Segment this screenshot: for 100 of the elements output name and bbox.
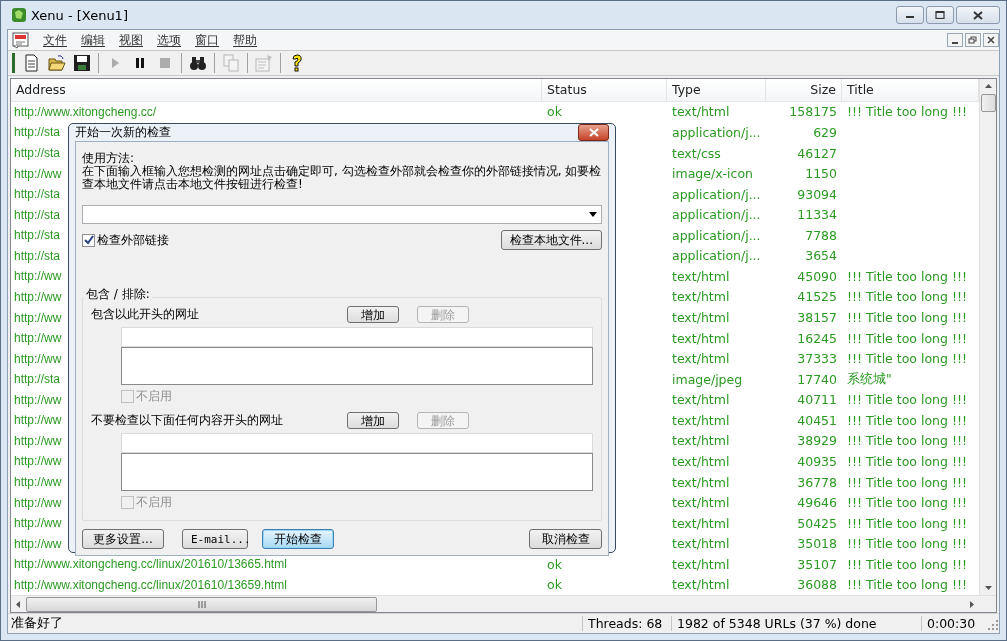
check-icon bbox=[83, 235, 94, 245]
copy-icon bbox=[221, 53, 241, 73]
table-cell-text: http://sta bbox=[13, 228, 62, 243]
table-cell-text: text/html bbox=[671, 351, 731, 367]
table-cell-text: 46127 bbox=[796, 145, 838, 161]
table-cell-text: text/html bbox=[671, 310, 731, 326]
dialog-button[interactable]: 开始检查 bbox=[262, 529, 334, 549]
url-combo-box[interactable] bbox=[82, 205, 602, 224]
table-cell-text: !!! Title too long !!! bbox=[846, 536, 968, 552]
dialog-button[interactable]: E-mail... bbox=[182, 529, 248, 549]
horizontal-scrollbar[interactable] bbox=[11, 595, 996, 612]
close-icon bbox=[986, 36, 996, 44]
table-cell-text: !!! Title too long !!! bbox=[846, 495, 968, 511]
table-cell-text: 11334 bbox=[796, 207, 838, 223]
menu-item[interactable]: 文件 bbox=[36, 31, 74, 49]
close-icon bbox=[587, 128, 600, 137]
grip-icon bbox=[197, 600, 206, 608]
table-cell-text: http://ww bbox=[13, 413, 63, 428]
table-cell-text: 17740 bbox=[796, 371, 838, 387]
table-cell-text: text/html bbox=[671, 454, 731, 469]
scrollbar-thumb[interactable] bbox=[980, 94, 996, 112]
table-cell-text: 36088 bbox=[796, 577, 838, 593]
table-cell-text: image/jpeg bbox=[671, 371, 744, 387]
close-child-button[interactable] bbox=[983, 33, 999, 47]
table-cell-text: 38929 bbox=[796, 433, 838, 449]
minimize-button[interactable] bbox=[896, 6, 924, 24]
table-cell-text: http://ww bbox=[13, 454, 63, 469]
table-cell-text: !!! Title too long !!! bbox=[846, 392, 968, 408]
window-title: Xenu - [Xenu1] bbox=[31, 7, 129, 23]
add-button[interactable]: 增加 bbox=[347, 306, 399, 323]
section-label: 包含以此开头的网址 bbox=[91, 306, 200, 323]
table-cell-text: !!! Title too long !!! bbox=[846, 454, 968, 469]
table-cell-text: http://ww bbox=[13, 516, 63, 531]
column-header[interactable]: Type bbox=[667, 79, 766, 101]
table-cell-text: application/j... bbox=[671, 125, 762, 140]
minimize-child-button[interactable] bbox=[947, 33, 963, 47]
table-cell-text: text/html bbox=[671, 536, 731, 552]
table-cell-text: http://ww bbox=[13, 269, 63, 284]
table-cell-text: image/x-icon bbox=[671, 166, 754, 182]
table-cell-text: 16245 bbox=[796, 330, 838, 346]
table-cell-text: 35107 bbox=[796, 556, 838, 572]
caret-icon bbox=[589, 212, 597, 217]
status-message: 准备好了 bbox=[10, 615, 64, 632]
table-cell-text: 40451 bbox=[796, 412, 838, 428]
column-header[interactable]: Size bbox=[766, 79, 842, 101]
table-cell-text: http://ww bbox=[13, 495, 63, 510]
table-cell-text: http://ww bbox=[13, 433, 63, 448]
menu-item[interactable]: 编辑 bbox=[74, 31, 112, 49]
floppy-disk-tool[interactable] bbox=[71, 52, 93, 74]
table-cell-text: 36778 bbox=[796, 474, 838, 490]
table-cell-text: text/html bbox=[671, 433, 731, 449]
table-cell-text: 7788 bbox=[804, 227, 838, 243]
menu-item[interactable]: 视图 bbox=[112, 31, 150, 49]
checkbox[interactable]: 检查外部链接 bbox=[82, 231, 169, 249]
table-cell-text: 41525 bbox=[796, 289, 838, 305]
table-cell-text: !!! Title too long !!! bbox=[846, 351, 968, 367]
local-file-button[interactable]: 检查本地文件... bbox=[500, 230, 602, 250]
table-cell-text: 1150 bbox=[804, 166, 838, 182]
table-cell-text: !!! Title too long !!! bbox=[846, 289, 968, 305]
table-cell-text: text/html bbox=[671, 474, 731, 490]
table-cell-text: http://sta bbox=[13, 125, 62, 140]
column-header[interactable]: Status bbox=[542, 79, 667, 101]
table-cell-text: 38157 bbox=[796, 310, 838, 326]
folder-icon bbox=[47, 53, 67, 73]
table-cell-text: !!! Title too long !!! bbox=[846, 412, 968, 428]
maximize-button[interactable] bbox=[926, 6, 954, 24]
table-cell-text: !!! Title too long !!! bbox=[846, 268, 968, 284]
scrollbar-thumb[interactable] bbox=[26, 596, 377, 612]
menu-item[interactable]: 选项 bbox=[150, 31, 188, 49]
column-header[interactable]: Address bbox=[11, 79, 542, 101]
table-cell-text: !!! Title too long !!! bbox=[846, 556, 968, 572]
table-cell-text: text/html bbox=[671, 268, 731, 284]
table-cell-text: http://ww bbox=[13, 290, 63, 304]
table-cell-text: !!! Title too long !!! bbox=[846, 330, 968, 346]
url-list-box[interactable] bbox=[121, 347, 593, 385]
table-cell-text: 93094 bbox=[796, 186, 838, 202]
close-button[interactable] bbox=[956, 6, 1000, 24]
menu-item[interactable]: 帮助 bbox=[226, 31, 264, 49]
table-cell-text: text/html bbox=[671, 330, 731, 346]
table-cell-text: 45090 bbox=[796, 268, 838, 284]
table-cell-text: http://www.xitongcheng.cc/linux/201610/13665.html bbox=[13, 557, 288, 572]
table-cell-text: http://ww bbox=[13, 392, 63, 407]
dialog-button[interactable]: 取消检查 bbox=[529, 529, 602, 549]
folder-tool[interactable] bbox=[46, 52, 68, 74]
table-cell-text: text/html bbox=[671, 495, 731, 511]
dialog-button[interactable]: 更多设置... bbox=[82, 529, 164, 549]
input-field[interactable] bbox=[121, 433, 593, 453]
url-list-box[interactable] bbox=[121, 453, 593, 491]
dialog-title: 开始一次新的检查 bbox=[75, 124, 171, 141]
vertical-scrollbar[interactable] bbox=[979, 79, 996, 595]
menu-item[interactable]: 窗口 bbox=[188, 31, 226, 49]
input-field[interactable] bbox=[121, 327, 593, 347]
restore-child-button[interactable] bbox=[965, 33, 981, 47]
progress-text: 1982 of 5348 URLs (37 %) done bbox=[671, 616, 921, 631]
table-cell-text: !!! Title too long !!! bbox=[846, 310, 968, 326]
table-cell-text: ok bbox=[546, 104, 563, 120]
table-cell-text: http://sta bbox=[13, 248, 62, 263]
instructions-text: 在下面输入框输入您想检测的网址点击确定即可, 勾选检查外部就会检查你的外部链接情况, 如要检查本地文件请点击本地文件按钮进行检查! bbox=[82, 165, 602, 191]
close-button[interactable] bbox=[578, 124, 609, 141]
add-button[interactable]: 增加 bbox=[347, 412, 399, 429]
